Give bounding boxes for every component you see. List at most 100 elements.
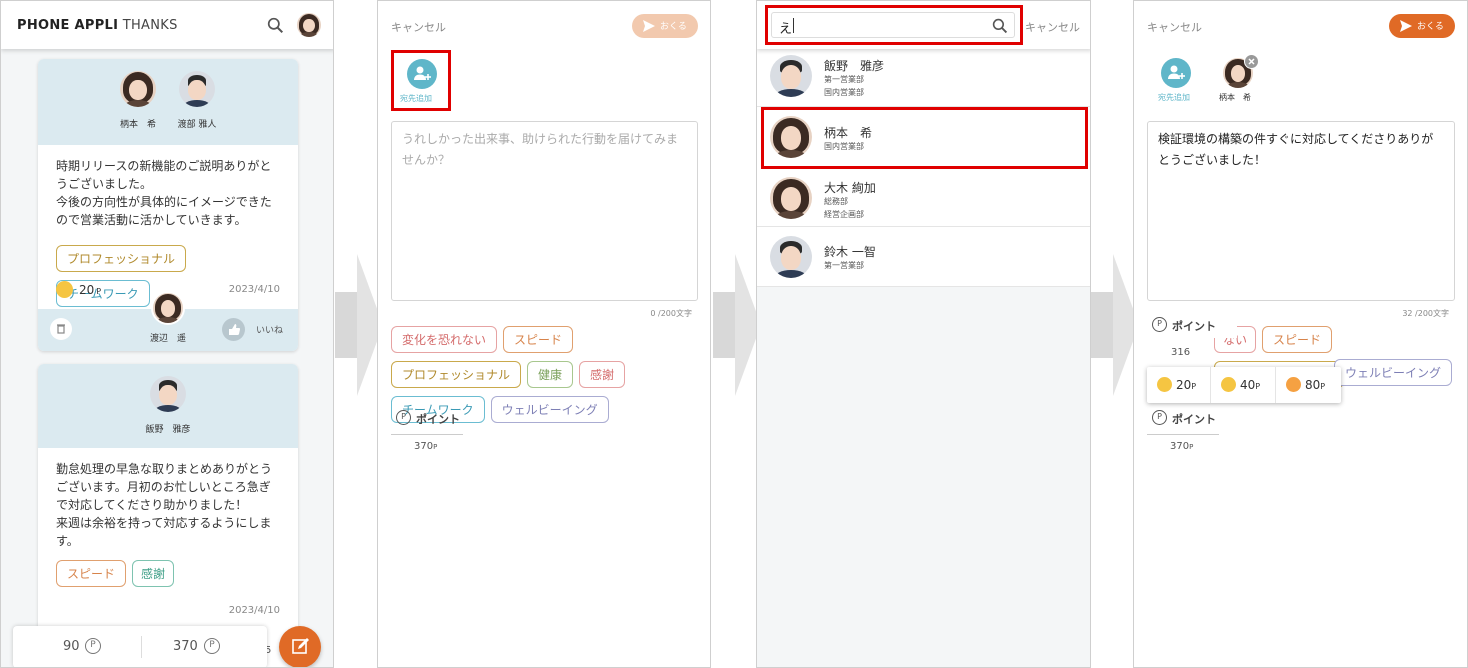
add-recipient-button[interactable]: 宛先追加 xyxy=(1154,56,1199,106)
divider xyxy=(141,636,142,658)
message-textarea[interactable]: 検証環境の構築の件すぐに対応してくださりありがとうございました！ xyxy=(1147,121,1455,301)
compose-screen-empty: キャンセル おくる 宛先追加 うれしかった出来事、助けられた行動を届けてみません… xyxy=(377,0,711,668)
add-recipient-button[interactable]: 宛先追加 xyxy=(391,50,451,111)
timeline-screen: PHONE APPLI THANKS 柄本 希 渡部 雅人 時期リリースの新機能… xyxy=(0,0,334,668)
card-points: 20 P xyxy=(79,283,102,297)
points-balance: 370P xyxy=(414,441,438,452)
result-item-selected[interactable]: 柄本 希 国内営業部 xyxy=(761,107,1088,169)
card-date: 2023/4/10 xyxy=(228,284,280,295)
points-selector[interactable]: P ポイント xyxy=(391,408,463,435)
char-counter: 0 /200文字 xyxy=(650,309,692,318)
points-balance: 370P xyxy=(1170,441,1194,452)
search-icon[interactable] xyxy=(992,18,1008,34)
recipient-name: 飯野 雅彦 xyxy=(145,425,191,435)
trash-icon xyxy=(57,324,65,334)
received-points: 90 xyxy=(63,639,80,654)
result-avatar xyxy=(770,116,812,158)
points-p-icon: P xyxy=(204,638,220,654)
user-avatar[interactable] xyxy=(297,13,321,37)
tag: スピード xyxy=(56,560,127,587)
tag-option[interactable]: スピード xyxy=(1262,326,1333,353)
like-button[interactable] xyxy=(222,318,245,341)
like-label[interactable]: いいね xyxy=(256,323,283,336)
tag-option[interactable]: 感謝 xyxy=(579,361,626,388)
recipient-name: 渡部 雅人 xyxy=(177,120,217,130)
card-recipients: 飯野 雅彦 xyxy=(38,364,298,448)
text-cursor xyxy=(793,18,794,33)
card-recipients: 柄本 希 渡部 雅人 xyxy=(38,59,298,145)
tag-option[interactable]: ウェルビーイング xyxy=(1334,359,1453,386)
smile-emoji-icon xyxy=(1157,377,1172,392)
points-p-icon: P xyxy=(396,410,411,425)
add-user-icon xyxy=(407,59,437,89)
send-button[interactable]: おくる xyxy=(1389,14,1455,38)
tag-option[interactable]: 健康 xyxy=(527,361,574,388)
search-input[interactable]: え xyxy=(771,12,1015,38)
points-selector-open[interactable]: P ポイント xyxy=(1147,314,1237,338)
tag: 感謝 xyxy=(132,560,175,587)
recipient-avatar xyxy=(150,376,186,412)
remaining-points: 370 xyxy=(173,639,198,654)
search-icon[interactable] xyxy=(267,17,284,34)
card-date: 2023/4/10 xyxy=(228,605,280,616)
compose-screen-filled: キャンセル おくる 宛先追加 柄本 希 検証環境の構築の件すぐに対応してくださり… xyxy=(1133,0,1468,668)
tag-option[interactable]: スピード xyxy=(503,326,574,353)
tag: プロフェッショナル xyxy=(56,245,187,272)
flow-arrow xyxy=(1091,254,1139,396)
result-item[interactable]: 鈴木 一智 第一営業部 xyxy=(757,227,1090,287)
card-tags: スピード 感謝 xyxy=(38,560,298,595)
result-avatar xyxy=(770,236,812,278)
cancel-button[interactable]: キャンセル xyxy=(1147,19,1202,35)
search-results: 飯野 雅彦 第一営業部 国内営業部 柄本 希 国内営業部 大木 絢加 総務部 経… xyxy=(757,49,1090,287)
edit-icon xyxy=(292,638,309,654)
app-logo: PHONE APPLI THANKS xyxy=(17,18,178,33)
points-option-80[interactable]: 80P xyxy=(1276,367,1341,403)
tag-option[interactable]: ウェルビーイング xyxy=(490,396,609,423)
tag-option[interactable]: 変化を恐れない xyxy=(391,326,498,353)
thanks-card: 飯野 雅彦 勤怠処理の早急な取りまとめありがとうございます。月初のお忙しいところ… xyxy=(38,364,298,667)
points-p-icon: P xyxy=(1152,317,1167,332)
result-avatar xyxy=(770,177,812,219)
cancel-button[interactable]: キャンセル xyxy=(391,19,446,35)
flow-arrow xyxy=(335,254,383,396)
points-option-20[interactable]: 20P xyxy=(1147,367,1211,403)
flow-arrow xyxy=(713,254,761,396)
cancel-button[interactable]: キャンセル xyxy=(1025,19,1080,35)
message-textarea[interactable]: うれしかった出来事、助けられた行動を届けてみませんか？ xyxy=(391,121,698,301)
search-box-highlight: え xyxy=(765,5,1023,45)
grin-emoji-icon xyxy=(1221,377,1236,392)
add-user-icon xyxy=(1161,58,1191,88)
char-counter: 32 /200文字 xyxy=(1402,309,1449,318)
send-icon xyxy=(643,20,655,32)
points-p-icon: P xyxy=(85,638,101,654)
send-icon xyxy=(1400,20,1412,32)
compose-button[interactable] xyxy=(279,626,321,667)
result-item[interactable]: 飯野 雅彦 第一営業部 国内営業部 xyxy=(757,49,1090,107)
points-option-40[interactable]: 40P xyxy=(1211,367,1276,403)
app-header: PHONE APPLI THANKS xyxy=(1,1,333,49)
card-message: 時期リリースの新機能のご説明ありがとうございました。 今後の方向性が具体的にイメ… xyxy=(56,159,272,227)
send-button-disabled[interactable]: おくる xyxy=(632,14,698,38)
smile-emoji-icon xyxy=(56,281,73,298)
result-item[interactable]: 大木 絢加 総務部 経営企画部 xyxy=(757,169,1090,227)
points-p-icon: P xyxy=(1152,410,1167,425)
sender-name: 渡辺 遥 xyxy=(149,334,186,344)
remove-recipient-icon[interactable] xyxy=(1244,54,1259,69)
recipient-name: 柄本 希 xyxy=(119,120,156,130)
card-message: 勤怠処理の早急な取りまとめありがとうございます。月初のお忙しいところ急ぎで対応し… xyxy=(56,462,273,548)
points-summary-bar: 90 P 370 P xyxy=(13,626,267,667)
delete-button[interactable] xyxy=(50,318,72,340)
points-balance: 316 xyxy=(1171,347,1191,358)
thanks-card: 柄本 希 渡部 雅人 時期リリースの新機能のご説明ありがとうございました。 今後… xyxy=(38,59,298,351)
points-dropdown: 20P 40P 80P xyxy=(1147,367,1341,403)
recipient-avatar xyxy=(120,71,156,107)
sender-avatar xyxy=(151,291,185,325)
tag-option[interactable]: プロフェッショナル xyxy=(391,361,522,388)
recipient-avatar xyxy=(179,71,215,107)
selected-recipient: 柄本 希 xyxy=(1219,54,1259,106)
heart-eyes-emoji-icon xyxy=(1286,377,1301,392)
thumbs-up-icon xyxy=(229,324,241,335)
result-avatar xyxy=(770,55,812,97)
recipient-search-screen: え キャンセル 飯野 雅彦 第一営業部 国内営業部 柄本 希 国内営業部 大木 … xyxy=(756,0,1091,668)
points-selector[interactable]: P ポイント xyxy=(1147,408,1219,435)
